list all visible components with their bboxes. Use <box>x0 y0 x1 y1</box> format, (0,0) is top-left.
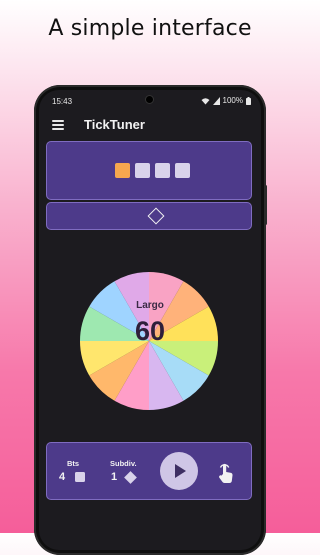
app-screen: 15:43 100% TickTuner Largo 60 Bts 4 Subd… <box>39 90 261 550</box>
status-time: 15:43 <box>52 97 73 106</box>
beats-value: 4 <box>59 471 66 483</box>
subdivision-value: 1 <box>111 471 118 483</box>
accent-mode-button[interactable] <box>46 202 252 230</box>
beat-indicator-card[interactable] <box>46 141 252 200</box>
beat-square <box>135 163 150 178</box>
signal-icon <box>212 96 220 105</box>
play-icon <box>175 464 186 478</box>
beat-square <box>115 163 130 178</box>
promo-headline: A simple interface <box>48 16 252 41</box>
wifi-icon <box>201 97 210 104</box>
beats-square-icon[interactable] <box>75 472 85 482</box>
app-title: TickTuner <box>84 117 145 132</box>
beat-indicator-row <box>115 163 190 178</box>
status-icons: 100% <box>201 96 251 105</box>
status-bar: 15:43 100% <box>39 90 261 112</box>
tap-tempo-icon[interactable] <box>215 461 237 485</box>
battery-percent: 100% <box>222 96 243 105</box>
app-bar: TickTuner <box>39 112 261 138</box>
beats-label: Bts <box>67 459 80 468</box>
play-button[interactable] <box>160 452 198 490</box>
hamburger-menu-icon[interactable] <box>52 120 64 130</box>
battery-icon <box>246 96 251 105</box>
front-camera <box>146 96 153 103</box>
subdivision-label: Subdiv. <box>110 459 137 468</box>
diamond-icon <box>147 207 165 225</box>
tempo-marking: Largo <box>136 300 164 311</box>
beat-square <box>155 163 170 178</box>
beat-square <box>175 163 190 178</box>
bpm-value: 60 <box>134 316 166 346</box>
phone-side-button <box>264 185 267 225</box>
